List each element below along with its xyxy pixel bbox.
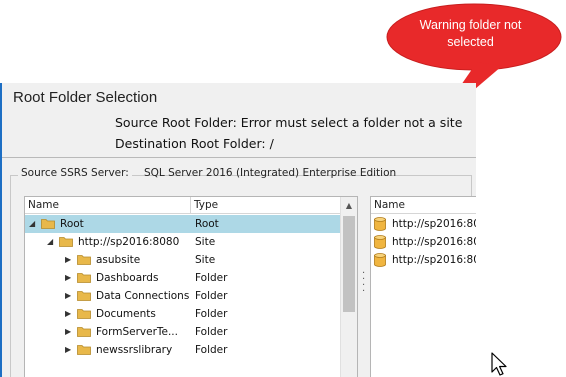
folder-icon xyxy=(41,219,55,229)
tree-row-type: Folder xyxy=(195,326,228,338)
collapse-arrow-icon[interactable]: ◢ xyxy=(29,215,35,233)
folder-icon xyxy=(77,345,91,355)
destination-list-view[interactable]: Name http://sp2016:8080 http://sp2016:808… xyxy=(370,196,476,377)
expand-arrow-icon[interactable]: ▶ xyxy=(65,323,71,341)
tree-row[interactable]: ◢ http://sp2016:8080 Site xyxy=(25,233,342,251)
list-item[interactable]: http://sp2016:8080 xyxy=(371,215,476,233)
folder-icon xyxy=(77,291,91,301)
tree-row-name: Documents xyxy=(96,308,156,320)
source-root-folder-label: Source Root Folder: Error must select a … xyxy=(115,115,463,130)
pane-splitter[interactable]: · · · · xyxy=(362,269,366,297)
list-item-label: http://sp2016:808... xyxy=(392,236,476,248)
list-item[interactable]: http://sp2016:808... xyxy=(371,233,476,251)
column-header-type[interactable]: Type xyxy=(191,197,343,214)
tree-row-name: asubsite xyxy=(96,254,141,266)
tree-row-name: newssrslibrary xyxy=(96,344,173,356)
tree-row-name: Dashboards xyxy=(96,272,159,284)
tree-row-name: Root xyxy=(60,218,84,230)
tree-row[interactable]: ▶ FormServerTe... Folder xyxy=(25,323,342,341)
tree-row-type: Site xyxy=(195,236,216,248)
expand-arrow-icon[interactable]: ▶ xyxy=(65,269,71,287)
expand-arrow-icon[interactable]: ▶ xyxy=(65,287,71,305)
list-item-label: http://sp2016:808... xyxy=(392,254,476,266)
tree-row-type: Folder xyxy=(195,308,228,320)
source-server-value: SQL Server 2016 (Integrated) Enterprise … xyxy=(144,167,397,179)
tree-row-name: Data Connections xyxy=(96,290,190,302)
tree-row[interactable]: ▶ newssrslibrary Folder xyxy=(25,341,342,359)
tree-row-type: Site xyxy=(195,254,216,266)
tree-row[interactable]: ▶ Data Connections Folder xyxy=(25,287,342,305)
folder-icon xyxy=(77,255,91,265)
collapse-arrow-icon[interactable]: ◢ xyxy=(47,233,53,251)
right-column-header-name[interactable]: Name xyxy=(371,197,476,214)
destination-root-folder-label: Destination Root Folder: / xyxy=(115,136,274,151)
database-icon xyxy=(374,217,386,231)
tree-row-type: Folder xyxy=(195,344,228,356)
tree-row-type: Folder xyxy=(195,272,228,284)
tree-row-name: http://sp2016:8080 xyxy=(78,236,180,248)
folder-icon xyxy=(59,237,73,247)
database-icon xyxy=(374,235,386,249)
expand-arrow-icon[interactable]: ▶ xyxy=(65,341,71,359)
folder-icon xyxy=(77,327,91,337)
header-divider xyxy=(2,157,476,158)
expand-arrow-icon[interactable]: ▶ xyxy=(65,251,71,269)
window-title: Root Folder Selection xyxy=(13,89,158,106)
scrollbar-thumb[interactable] xyxy=(343,216,355,312)
tree-row-type: Folder xyxy=(195,290,228,302)
list-item-label: http://sp2016:8080 xyxy=(392,218,476,230)
folder-icon xyxy=(77,273,91,283)
torn-edge xyxy=(559,83,566,377)
tree-row-selected[interactable]: ◢ Root Root xyxy=(25,215,342,233)
tree-row[interactable]: ▶ Documents Folder xyxy=(25,305,342,323)
tree-row-name: FormServerTe... xyxy=(96,326,178,338)
source-server-label: Source SSRS Server: xyxy=(18,167,132,179)
tree-row[interactable]: ▶ asubsite Site xyxy=(25,251,342,269)
column-header-name[interactable]: Name xyxy=(25,197,191,214)
list-item[interactable]: http://sp2016:808... xyxy=(371,251,476,269)
expand-arrow-icon[interactable]: ▶ xyxy=(65,305,71,323)
warning-callout-text: Warning folder not selected xyxy=(419,18,522,49)
tree-row[interactable]: ▶ Dashboards Folder xyxy=(25,269,342,287)
folder-tree-view[interactable]: Name Type ◢ Root Root ◢ http://sp2016:8080 Si… xyxy=(24,196,358,377)
folder-icon xyxy=(77,309,91,319)
tree-row-type: Root xyxy=(195,218,219,230)
database-icon xyxy=(374,253,386,267)
scroll-up-arrow-icon[interactable]: ▲ xyxy=(341,197,357,214)
mouse-cursor-icon xyxy=(491,352,507,376)
tree-scrollbar[interactable]: ▲ xyxy=(340,197,357,377)
root-folder-selection-window: Root Folder Selection Source Root Folder… xyxy=(0,83,476,377)
